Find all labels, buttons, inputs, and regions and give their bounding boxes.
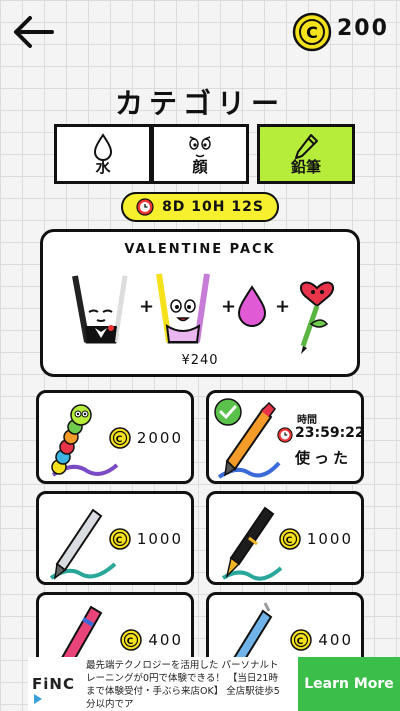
plus-sign: +	[139, 296, 155, 317]
status-label: 使った	[295, 449, 353, 467]
tab-water[interactable]: 水	[54, 124, 152, 184]
item-card[interactable]: C 1000	[36, 491, 194, 585]
valentine-pack-card[interactable]: VALENTINE PACK + + + ¥240	[40, 229, 360, 377]
tab-label: 鉛筆	[290, 158, 321, 176]
ad-banner[interactable]: FiNC 最先端テクノロジーを活用した パーソナルトレーニングが0円で体験できる…	[28, 657, 400, 711]
coin-icon: C	[109, 427, 131, 449]
ad-choices-icon[interactable]	[32, 693, 44, 705]
coin-icon: C	[279, 528, 301, 550]
price-tag: C 400	[120, 629, 183, 651]
price-value: 1000	[136, 530, 183, 548]
price-value: 1000	[306, 530, 353, 548]
ad-logo: FiNC	[32, 675, 75, 693]
svg-text:C: C	[116, 536, 125, 546]
timer-label: 時間	[297, 415, 317, 426]
back-arrow-icon	[14, 16, 54, 48]
timer-text: 8D 10H 12S	[162, 199, 264, 215]
cup-tuxedo-icon	[72, 275, 128, 344]
plus-sign: +	[221, 296, 237, 317]
pack-price: ¥240	[181, 353, 219, 368]
item-card[interactable]: C 1000	[206, 491, 364, 585]
tab-face[interactable]: 顔	[151, 124, 249, 184]
cup-girl-icon	[156, 273, 210, 344]
price-tag: C 2000	[109, 427, 183, 449]
price-value: 400	[318, 631, 353, 649]
item-card-owned[interactable]: 時間 23:59:22 使った	[206, 390, 364, 484]
coin-icon: C	[109, 528, 131, 550]
heart-flower-icon	[299, 281, 335, 354]
clock-icon	[277, 427, 293, 443]
pink-drop-icon	[237, 285, 267, 327]
plus-sign: +	[275, 296, 291, 317]
svg-text:C: C	[286, 536, 295, 546]
price-tag: C 400	[290, 629, 353, 651]
coin-icon: C	[292, 12, 332, 52]
coin-icon: C	[290, 629, 313, 651]
timer-value: 23:59:22	[295, 425, 364, 441]
offer-timer-badge: 8D 10H 12S	[121, 192, 279, 222]
tab-pencil[interactable]: 鉛筆	[257, 124, 355, 184]
svg-text:C: C	[306, 23, 318, 42]
price-tag: C 1000	[279, 528, 353, 550]
price-value: 400	[148, 631, 183, 649]
item-card[interactable]: C 2000	[36, 390, 194, 484]
orange-pen-icon	[217, 401, 281, 479]
coin-count: 200	[337, 16, 389, 41]
price-tag: C 1000	[109, 528, 183, 550]
ad-learn-more-button[interactable]: Learn More	[298, 657, 400, 711]
back-button[interactable]	[10, 12, 56, 52]
svg-text:C: C	[116, 435, 125, 445]
pack-title: VALENTINE PACK	[124, 242, 276, 257]
coin-icon: C	[120, 629, 143, 651]
price-value: 2000	[136, 429, 183, 447]
page-title: カテゴリー	[114, 87, 285, 120]
tab-label: 水	[95, 158, 111, 176]
tab-label: 顔	[192, 158, 208, 176]
clock-icon	[136, 198, 154, 216]
ad-text: 最先端テクノロジーを活用した パーソナルトレーニングが0円で体験できる！ 【当日…	[86, 660, 280, 710]
svg-text:C: C	[127, 637, 136, 647]
svg-text:C: C	[297, 637, 306, 647]
